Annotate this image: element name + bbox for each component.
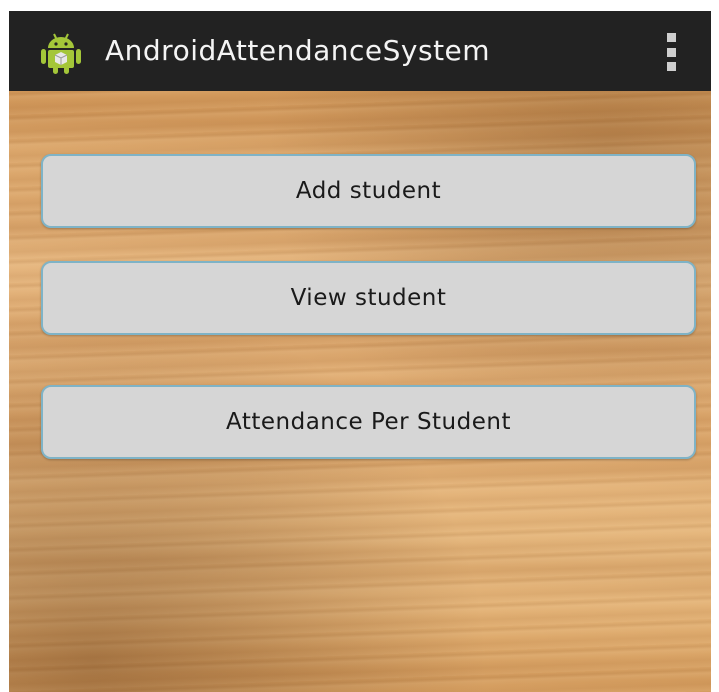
overflow-menu-icon[interactable] — [661, 33, 681, 71]
overflow-dot — [666, 62, 676, 71]
action-bar: AndroidAttendanceSystem — [9, 11, 711, 91]
android-robot-icon — [39, 29, 83, 75]
attendance-per-student-button[interactable]: Attendance Per Student — [41, 385, 696, 459]
main-content: Add student View student Attendance Per … — [9, 91, 711, 692]
overflow-dot — [666, 33, 676, 42]
view-student-button[interactable]: View student — [41, 261, 696, 335]
app-screen: AndroidAttendanceSystem Add student View… — [9, 11, 711, 692]
overflow-dot — [666, 47, 676, 57]
add-student-button[interactable]: Add student — [41, 154, 696, 228]
app-title: AndroidAttendanceSystem — [105, 34, 491, 67]
